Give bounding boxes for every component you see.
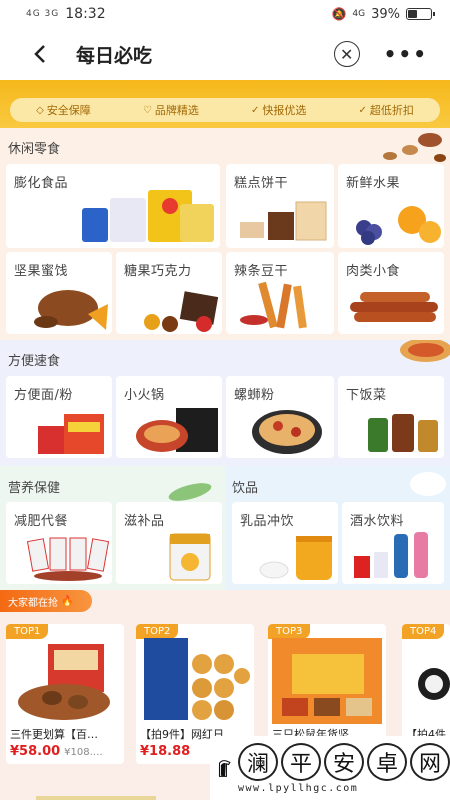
category-spicy-strips[interactable]: 辣条豆干 [226, 252, 334, 334]
watermark-url: www.lpyllhgc.com [238, 782, 359, 794]
honey-jar-icon [259, 536, 332, 580]
category-nuts[interactable]: 坚果蜜饯 [6, 252, 112, 334]
hotpot-icon [136, 408, 218, 452]
section-title: 营养保健 [8, 481, 61, 496]
guarantee-item: ✓ 快报优选 [250, 104, 307, 117]
section-title: 方便速食 [8, 354, 61, 369]
category-tonic[interactable]: 滋补品 [116, 502, 222, 584]
biscuit-pack-icon [144, 638, 250, 720]
original-price: ¥108.… [64, 747, 103, 758]
network-indicator: 4G [352, 9, 366, 19]
horse-logo-icon [218, 760, 231, 777]
category-dairy[interactable]: 乳品冲饮 [232, 502, 338, 584]
rank-badge: TOP1 [6, 624, 49, 639]
snail-noodles-icon [252, 410, 322, 454]
product-price: ¥18.88 [140, 744, 191, 759]
noodle-bowl-decoration-icon [400, 340, 450, 362]
bottom-card-peek [36, 796, 156, 800]
product-name: 三件更划算【百… [10, 728, 98, 741]
category-cakes[interactable]: 糕点饼干 [226, 164, 334, 248]
chevron-left-icon [34, 45, 45, 63]
drink-bottles-icon [354, 532, 428, 578]
snack-box-icon [272, 638, 382, 724]
category-fruit[interactable]: 新鲜水果 [338, 164, 444, 248]
chocolate-icon [144, 291, 219, 332]
spicy-strips-icon [240, 281, 307, 329]
category-instant-noodles[interactable]: 方便面/粉 [6, 376, 112, 458]
guarantee-item: ✓ 超低折扣 [358, 104, 414, 117]
rank-badge: TOP4 [402, 624, 445, 639]
instant-noodles-icon [38, 414, 104, 454]
biscuit-icon [240, 201, 327, 241]
back-button[interactable] [20, 34, 60, 74]
chips-bags-icon [82, 190, 214, 242]
guarantee-item: ◇ 安全保障 [36, 104, 91, 117]
shield-icon: ◇ [36, 104, 44, 116]
section-title: 饮品 [232, 481, 259, 496]
rank-badge: TOP3 [268, 624, 311, 639]
product-card[interactable]: TOP1 三件更划算【百… ¥58.00 ¥108.… [6, 624, 124, 764]
milk-splash-decoration-icon [410, 472, 446, 496]
status-bar: 4G 3G 18:32 🔕 4G 39% [0, 0, 450, 28]
signal-icon: 4G 3G [26, 9, 60, 19]
category-meat[interactable]: 肉类小食 [338, 252, 444, 334]
category-beverages[interactable]: 酒水饮料 [342, 502, 444, 584]
discount-icon: ✓ [358, 104, 367, 116]
page-title: 每日必吃 [76, 44, 153, 67]
category-hotpot[interactable]: 小火锅 [116, 376, 222, 458]
nuts-decoration-icon [383, 133, 446, 162]
meat-icon [350, 292, 438, 322]
flame-icon: 🔥 [61, 595, 74, 607]
site-watermark: 澜 平 安 卓 网 www.lpyllhgc.com [210, 736, 450, 800]
jars-icon [368, 414, 438, 452]
category-puffed-food[interactable]: 膨化食品 [6, 164, 220, 248]
more-button[interactable]: ••• [384, 42, 428, 66]
fruit-icon [356, 206, 441, 245]
nav-bar: 每日必吃 ✕ ••• [0, 28, 450, 80]
cookie-icon [418, 668, 450, 700]
heart-icon: ♡ [142, 104, 152, 116]
guarantee-item: ♡ 品牌精选 [142, 104, 199, 117]
meal-packets-icon [26, 537, 110, 581]
category-side-dishes[interactable]: 下饭菜 [338, 376, 444, 458]
category-candy[interactable]: 糖果巧克力 [116, 252, 222, 334]
product-price: ¥58.00 ¥108.… [10, 744, 103, 759]
category-snail-noodles[interactable]: 螺蛳粉 [226, 376, 334, 458]
hot-label: 大家都在抢 🔥 [0, 590, 92, 612]
battery-icon [406, 8, 435, 20]
gift-box-icon [18, 644, 110, 720]
section-title: 休闲零食 [8, 142, 61, 157]
check-icon: ✓ [250, 104, 260, 116]
guarantee-bar: ◇ 安全保障 ♡ 品牌精选 ✓ 快报优选 ✓ 超低折扣 [10, 98, 440, 122]
mute-icon: 🔕 [331, 7, 347, 21]
status-time: 18:32 [65, 6, 106, 22]
category-diet-meal[interactable]: 减肥代餐 [6, 502, 112, 584]
leaf-decoration-icon [168, 483, 212, 501]
nuts-icon [34, 290, 108, 330]
supplement-bottle-icon [169, 533, 211, 581]
close-button[interactable]: ✕ [333, 41, 360, 67]
battery-percent: 39% [371, 6, 400, 22]
